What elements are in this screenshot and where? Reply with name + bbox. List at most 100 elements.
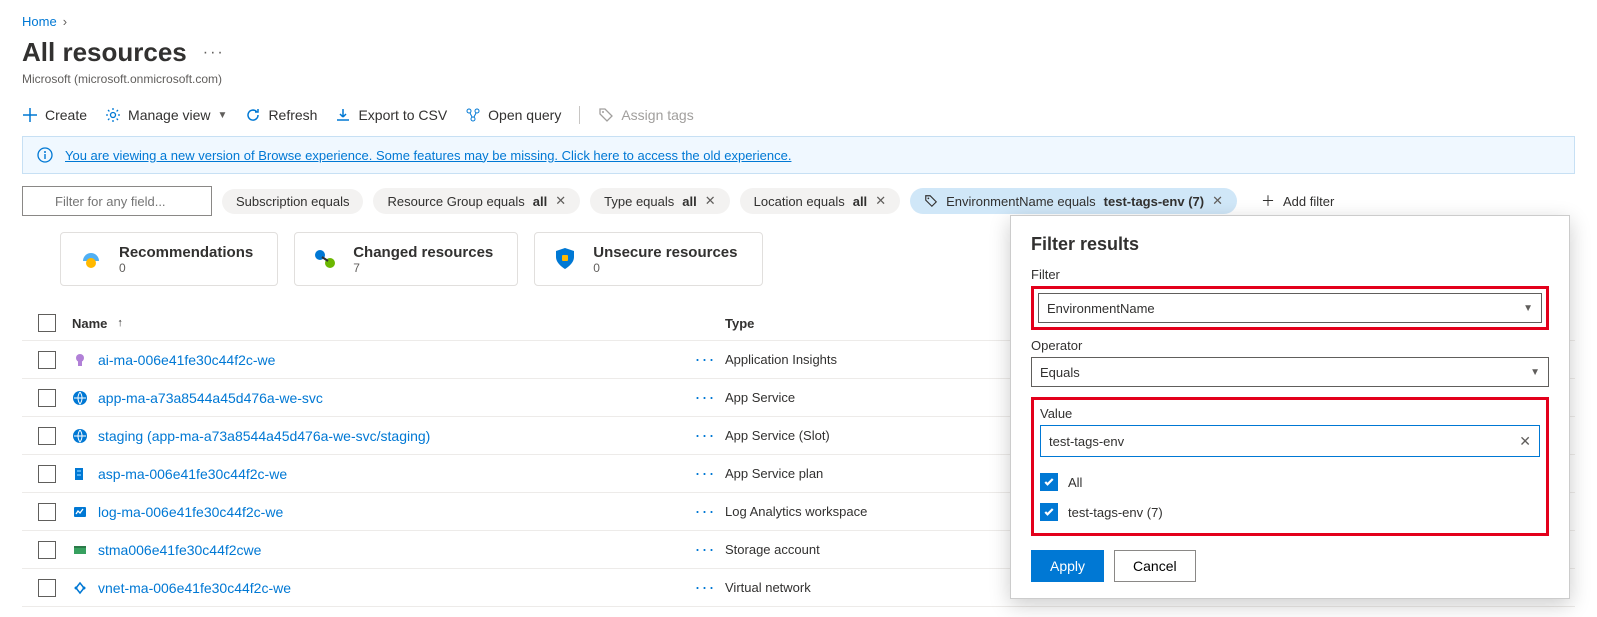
open-query-button[interactable]: Open query	[465, 107, 561, 123]
resource-link[interactable]: app-ma-a73a8544a45d476a-we-svc	[98, 390, 323, 406]
add-filter-button[interactable]: ＋ Add filter	[1247, 186, 1348, 216]
tag-icon	[924, 194, 938, 208]
row-checkbox[interactable]	[38, 427, 56, 445]
chevron-down-icon: ▼	[1523, 303, 1533, 314]
chevron-down-icon: ▼	[1530, 367, 1540, 378]
card-value: 7	[353, 261, 493, 275]
banner-link[interactable]: You are viewing a new version of Browse …	[65, 148, 791, 163]
refresh-button[interactable]: Refresh	[245, 107, 317, 123]
export-csv-button[interactable]: Export to CSV	[335, 107, 447, 123]
popover-title: Filter results	[1031, 234, 1549, 255]
filter-pill-environment[interactable]: EnvironmentName equals test-tags-env (7)…	[910, 188, 1237, 214]
option-all[interactable]: All	[1040, 467, 1540, 497]
col-name-label: Name	[72, 316, 107, 331]
filter-type-select[interactable]: EnvironmentName ▼	[1038, 293, 1542, 323]
card-title: Unsecure resources	[593, 244, 737, 261]
column-header-name[interactable]: Name ↑	[72, 316, 685, 331]
create-label: Create	[45, 107, 87, 123]
value-field-label: Value	[1040, 406, 1540, 421]
option-test-tags-env[interactable]: test-tags-env (7)	[1040, 497, 1540, 527]
row-more-button[interactable]: ···	[685, 463, 725, 484]
pill-value: test-tags-env (7)	[1104, 194, 1204, 209]
row-more-button[interactable]: ···	[685, 387, 725, 408]
chevron-right-icon: ›	[63, 14, 67, 29]
pill-label: Location equals	[754, 194, 845, 209]
pill-value: all	[533, 194, 547, 209]
pill-value: all	[853, 194, 867, 209]
option-env-label: test-tags-env (7)	[1068, 505, 1163, 520]
resource-link[interactable]: stma006e41fe30c44f2cwe	[98, 542, 261, 558]
gear-icon	[105, 107, 121, 123]
close-icon[interactable]: ✕	[705, 193, 716, 209]
sort-asc-icon: ↑	[117, 317, 123, 329]
checkbox-checked-icon[interactable]	[1040, 503, 1058, 521]
clear-icon[interactable]: ✕	[1519, 433, 1531, 450]
breadcrumb-home[interactable]: Home	[22, 14, 57, 29]
filter-pill-type[interactable]: Type equals all ✕	[590, 188, 729, 214]
card-changed-resources[interactable]: Changed resources 7	[294, 232, 518, 286]
card-title: Changed resources	[353, 244, 493, 261]
filter-text-input[interactable]	[22, 186, 212, 216]
card-unsecure-resources[interactable]: Unsecure resources 0	[534, 232, 762, 286]
row-checkbox[interactable]	[38, 579, 56, 597]
recommendation-icon	[75, 243, 107, 275]
row-checkbox[interactable]	[38, 389, 56, 407]
resource-link[interactable]: log-ma-006e41fe30c44f2c-we	[98, 504, 283, 520]
filter-pill-resource-group[interactable]: Resource Group equals all ✕	[373, 188, 580, 214]
chevron-down-icon: ▼	[218, 110, 228, 121]
close-icon[interactable]: ✕	[1212, 193, 1223, 209]
resource-link[interactable]: asp-ma-006e41fe30c44f2c-we	[98, 466, 287, 482]
filter-popover: Filter results Filter EnvironmentName ▼ …	[1010, 215, 1570, 599]
pill-label: EnvironmentName equals	[946, 194, 1096, 209]
refresh-icon	[245, 107, 261, 123]
assign-tags-label: Assign tags	[621, 107, 693, 123]
card-recommendations[interactable]: Recommendations 0	[60, 232, 278, 286]
shield-icon	[549, 243, 581, 275]
row-more-button[interactable]: ···	[685, 539, 725, 560]
pill-label: Resource Group equals	[387, 194, 524, 209]
value-text: test-tags-env	[1049, 434, 1124, 449]
select-all-checkbox[interactable]	[38, 314, 56, 332]
open-query-label: Open query	[488, 107, 561, 123]
filter-pill-location[interactable]: Location equals all ✕	[740, 188, 900, 214]
download-icon	[335, 107, 351, 123]
changed-icon	[309, 243, 341, 275]
checkbox-checked-icon[interactable]	[1040, 473, 1058, 491]
filter-pill-subscription[interactable]: Subscription equals	[222, 189, 363, 214]
breadcrumb: Home ›	[0, 0, 1597, 35]
manage-view-label: Manage view	[128, 107, 211, 123]
row-more-button[interactable]: ···	[685, 501, 725, 522]
tag-icon	[598, 107, 614, 123]
row-checkbox[interactable]	[38, 351, 56, 369]
card-value: 0	[593, 261, 737, 275]
assign-tags-button[interactable]: Assign tags	[598, 107, 693, 123]
cancel-button[interactable]: Cancel	[1114, 550, 1196, 582]
resource-link[interactable]: staging (app-ma-a73a8544a45d476a-we-svc/…	[98, 428, 430, 444]
add-filter-label: Add filter	[1283, 194, 1334, 209]
row-more-button[interactable]: ···	[685, 349, 725, 370]
page-subtitle: Microsoft (microsoft.onmicrosoft.com)	[0, 72, 1597, 100]
close-icon[interactable]: ✕	[875, 193, 886, 209]
pill-value: all	[682, 194, 696, 209]
close-icon[interactable]: ✕	[555, 193, 566, 209]
row-more-button[interactable]: ···	[685, 425, 725, 446]
export-csv-label: Export to CSV	[358, 107, 447, 123]
value-input[interactable]: test-tags-env ✕	[1040, 425, 1540, 457]
operator-select[interactable]: Equals ▼	[1031, 357, 1549, 387]
resource-link[interactable]: ai-ma-006e41fe30c44f2c-we	[98, 352, 275, 368]
card-title: Recommendations	[119, 244, 253, 261]
row-checkbox[interactable]	[38, 541, 56, 559]
card-value: 0	[119, 261, 253, 275]
manage-view-button[interactable]: Manage view ▼	[105, 107, 227, 123]
refresh-label: Refresh	[268, 107, 317, 123]
command-bar: Create Manage view ▼ Refresh Export to C…	[0, 100, 1597, 136]
row-checkbox[interactable]	[38, 465, 56, 483]
row-checkbox[interactable]	[38, 503, 56, 521]
resource-link[interactable]: vnet-ma-006e41fe30c44f2c-we	[98, 580, 291, 596]
apply-button[interactable]: Apply	[1031, 550, 1104, 582]
info-banner: You are viewing a new version of Browse …	[22, 136, 1575, 174]
pill-label: Type equals	[604, 194, 674, 209]
more-actions-button[interactable]: ···	[203, 44, 225, 62]
create-button[interactable]: Create	[22, 107, 87, 123]
row-more-button[interactable]: ···	[685, 577, 725, 598]
